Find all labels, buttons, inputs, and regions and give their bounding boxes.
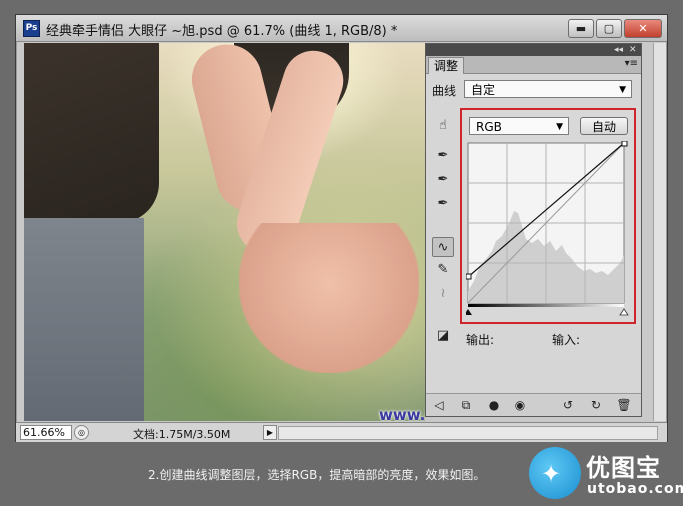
vertical-scrollbar[interactable] bbox=[653, 43, 666, 421]
on-image-adjust-tool-icon[interactable]: ☝ bbox=[432, 116, 454, 136]
view-previous-icon[interactable]: ↺ bbox=[560, 397, 576, 413]
white-eyedropper-icon[interactable]: ✒ bbox=[432, 194, 454, 214]
tab-adjustments[interactable]: 调整 bbox=[428, 57, 465, 74]
window-title: 经典牵手情侣 大眼仔 ~旭.psd @ 61.7% (曲线 1, RGB/8) … bbox=[46, 24, 398, 39]
status-bar: 61.66% ◎ 文档:1.75M/3.50M ▶ bbox=[16, 422, 667, 442]
output-label: 输出: bbox=[466, 333, 495, 347]
curves-label: 曲线 bbox=[432, 84, 457, 98]
preset-dropdown[interactable]: 自定 ▼ bbox=[464, 80, 632, 98]
status-info-icon[interactable]: ◎ bbox=[74, 425, 89, 440]
panel-header[interactable]: ◂◂ ✕ bbox=[426, 44, 641, 56]
collapse-icon[interactable]: ◂◂ bbox=[614, 44, 623, 56]
horizontal-scrollbar[interactable] bbox=[278, 426, 658, 440]
photoshop-logo-icon: Ps bbox=[23, 20, 40, 37]
preset-value: 自定 bbox=[471, 83, 496, 97]
black-eyedropper-icon[interactable]: ✒ bbox=[432, 146, 454, 166]
bird-logo-icon: ✦ bbox=[541, 460, 562, 488]
back-arrow-icon[interactable]: ◁ bbox=[431, 397, 447, 413]
visibility-eye-icon[interactable]: ◉ bbox=[512, 397, 528, 413]
curve-point-tool-icon[interactable]: ∿ bbox=[432, 237, 454, 257]
panel-menu-icon[interactable]: ▾≡ bbox=[625, 58, 638, 69]
brand-name-en: utobao.com bbox=[587, 481, 683, 497]
close-button[interactable]: ✕ bbox=[624, 19, 662, 38]
panel-tab-bar: 调整 ▾≡ bbox=[426, 56, 641, 74]
photo-holding-hands bbox=[239, 223, 419, 373]
channel-value: RGB bbox=[476, 120, 502, 134]
trash-icon[interactable]: 🗑 bbox=[616, 397, 632, 413]
title-bar[interactable]: Ps 经典牵手情侣 大眼仔 ~旭.psd @ 61.7% (曲线 1, RGB/… bbox=[16, 15, 667, 42]
black-point-slider bbox=[466, 309, 472, 315]
reset-icon[interactable]: ↻ bbox=[588, 397, 604, 413]
clipping-preview-icon[interactable]: ◪ bbox=[432, 326, 454, 346]
curves-highlight-frame: RGB ▼ 自动 bbox=[460, 108, 636, 324]
expand-view-icon[interactable]: ⧉ bbox=[458, 397, 474, 413]
maximize-button[interactable]: ▢ bbox=[596, 19, 622, 38]
adjustments-panel: ◂◂ ✕ 调整 ▾≡ 曲线 自定 ▼ ☝ ✒ ✒ ✒ ∿ ✎ ≀ ◪ RGB ▼… bbox=[425, 43, 642, 417]
watermark-text: www.68ps.com bbox=[379, 406, 425, 421]
zoom-field[interactable]: 61.66% bbox=[20, 425, 72, 440]
panel-bottom-toolbar: ◁ ⧉ ● ◉ ↺ ↻ 🗑 bbox=[426, 393, 641, 416]
tutorial-caption: 2.创建曲线调整图层，选择RGB，提高暗部的亮度，效果如图。 bbox=[148, 468, 486, 482]
curve-point-black bbox=[466, 273, 472, 280]
curve-point-white bbox=[621, 141, 628, 147]
auto-button[interactable]: 自动 bbox=[580, 117, 628, 135]
gradient-bar bbox=[468, 304, 624, 307]
white-point-slider bbox=[619, 308, 629, 316]
status-menu-arrow-icon[interactable]: ▶ bbox=[263, 425, 277, 440]
input-label: 输入: bbox=[552, 333, 581, 347]
chevron-down-icon: ▼ bbox=[556, 122, 563, 132]
curves-graph[interactable] bbox=[466, 141, 630, 317]
image-canvas[interactable]: www.68ps.com bbox=[24, 43, 425, 421]
panel-close-icon[interactable]: ✕ bbox=[629, 44, 637, 56]
smooth-curve-icon[interactable]: ≀ bbox=[432, 284, 454, 304]
document-size: 文档:1.75M/3.50M bbox=[133, 428, 231, 441]
brand-name-cn: 优图宝 bbox=[586, 454, 661, 482]
minimize-button[interactable]: ▬ bbox=[568, 19, 594, 38]
chevron-down-icon: ▼ bbox=[619, 85, 626, 95]
clip-to-layer-icon[interactable]: ● bbox=[486, 397, 502, 413]
channel-dropdown[interactable]: RGB ▼ bbox=[469, 117, 569, 135]
gray-eyedropper-icon[interactable]: ✒ bbox=[432, 170, 454, 190]
photo-jeans bbox=[24, 218, 144, 421]
photo-dark-shirt bbox=[24, 43, 159, 223]
pencil-draw-icon[interactable]: ✎ bbox=[432, 260, 454, 280]
